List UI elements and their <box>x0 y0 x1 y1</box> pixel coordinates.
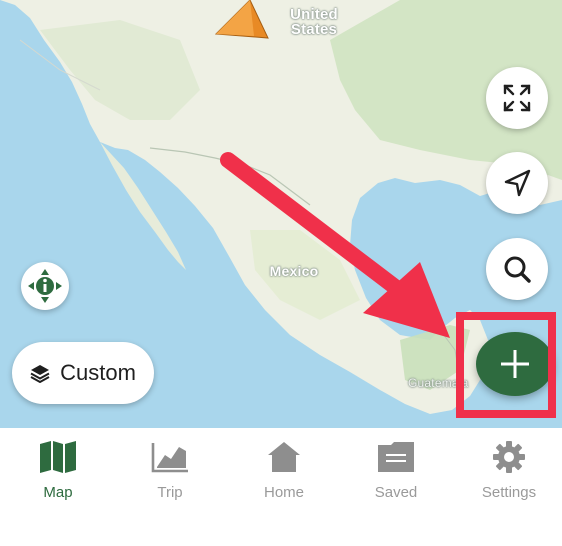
map-layers-button[interactable]: Custom <box>12 342 154 404</box>
search-button[interactable] <box>486 238 548 300</box>
navigation-arrow-icon <box>504 169 531 197</box>
fullscreen-button[interactable] <box>486 67 548 129</box>
tab-trip-label: Trip <box>157 484 183 501</box>
search-icon <box>504 256 531 283</box>
bottom-tab-bar: Map Trip Home Saved Settings <box>0 428 562 546</box>
layers-icon <box>30 365 50 383</box>
plus-icon <box>501 350 529 378</box>
tab-settings-label: Settings <box>481 484 537 501</box>
tab-home[interactable]: Home <box>234 438 334 508</box>
tab-map-label: Map <box>43 484 73 501</box>
compass-info-icon <box>28 269 62 303</box>
map-icon <box>40 441 76 473</box>
chart-icon <box>151 443 188 473</box>
tab-home-label: Home <box>263 484 304 501</box>
gear-icon <box>493 441 525 473</box>
tab-saved[interactable]: Saved <box>346 438 446 508</box>
user-location-marker <box>214 0 269 39</box>
add-button[interactable] <box>476 332 554 396</box>
expand-icon <box>503 84 531 112</box>
app-screen: United States Mexico Guatemala Custom Ma… <box>0 0 562 546</box>
country-label-guatemala: Guatemala <box>408 376 469 390</box>
home-icon <box>268 442 300 472</box>
tab-settings[interactable]: Settings <box>459 438 559 508</box>
country-label-united-states: United States <box>290 6 338 38</box>
tab-trip[interactable]: Trip <box>120 438 220 508</box>
country-label-mexico: Mexico <box>269 263 319 279</box>
tab-saved-label: Saved <box>374 484 418 501</box>
compass-button[interactable] <box>21 262 69 310</box>
tab-map[interactable]: Map <box>8 438 108 508</box>
folder-icon <box>378 442 414 472</box>
my-location-button[interactable] <box>486 152 548 214</box>
map-layers-label: Custom <box>60 360 136 385</box>
